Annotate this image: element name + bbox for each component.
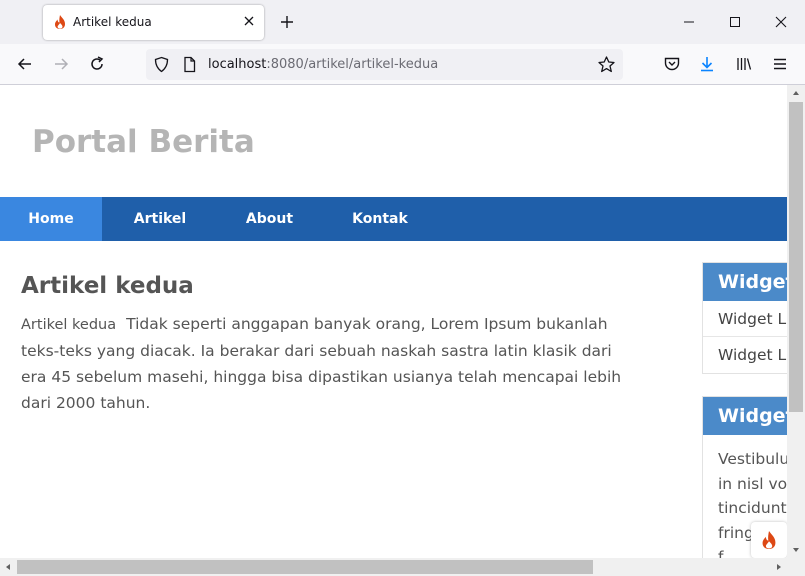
widget-header: Widget [703,263,787,301]
maximize-icon[interactable] [725,12,745,32]
tab-active[interactable]: Artikel kedua [43,5,264,40]
widget-links: Widget Widget Li Widget Li [702,262,787,374]
nav-toolbar: localhost:8080/artikel/artikel-kedua [0,44,805,85]
widget-link[interactable]: Widget Li [703,301,787,337]
flame-favicon-icon [55,15,65,29]
close-window-icon[interactable] [771,12,791,32]
article: Artikel kedua Artikel kedua Tidak seperti… [21,273,641,416]
site-title: Portal Berita [32,124,255,160]
widget-text-line: in nisl vol [718,474,787,493]
page-icon[interactable] [182,56,197,73]
bookmark-star-icon[interactable] [597,55,616,74]
url-host: localhost [208,57,267,72]
vertical-scrollbar[interactable] [787,85,805,558]
widget-text-line: Vestibulu [718,450,787,468]
minimize-icon[interactable] [679,12,699,32]
browser-window: Artikel kedua localhost:8080/artikel/art… [0,0,805,576]
url-path: :8080/artikel/artikel-kedua [266,57,439,72]
reload-icon[interactable] [87,54,107,74]
article-inline-title: Artikel kedua [21,317,117,333]
widget-link[interactable]: Widget Li [703,337,787,373]
page-viewport: Portal Berita Home Artikel About Kontak … [0,85,787,558]
hamburger-menu-icon[interactable] [770,54,790,74]
url-bar[interactable]: localhost:8080/artikel/artikel-kedua [146,49,623,80]
back-arrow-icon[interactable] [15,54,35,74]
close-tab-icon[interactable] [241,13,257,29]
pocket-icon[interactable] [662,54,682,74]
scroll-up-icon[interactable] [792,89,800,97]
flame-icon [762,531,776,549]
scroll-left-icon[interactable] [4,563,12,571]
nav-item-artikel[interactable]: Artikel [119,197,201,241]
horizontal-scroll-thumb[interactable] [17,560,593,574]
forward-arrow-icon[interactable] [51,54,71,74]
library-icon[interactable] [734,54,754,74]
article-body: Artikel kedua Tidak seperti anggapan bany… [21,311,641,416]
article-heading: Artikel kedua [21,273,194,299]
main-nav: Home Artikel About Kontak [0,197,787,241]
debug-toolbar-toggle[interactable] [751,522,787,558]
tab-bar: Artikel kedua [0,0,805,44]
new-tab-icon[interactable] [278,13,296,31]
nav-item-home[interactable]: Home [0,197,102,241]
tab-title: Artikel kedua [73,15,152,29]
widget-header: Widget [703,397,787,435]
horizontal-scrollbar[interactable] [0,558,787,576]
widget-text-line: tincidunt [718,499,787,517]
nav-item-kontak[interactable]: Kontak [340,197,420,241]
download-icon[interactable] [697,54,717,74]
scroll-down-icon[interactable] [792,546,800,554]
nav-item-about[interactable]: About [233,197,306,241]
scroll-right-icon[interactable] [775,563,783,571]
shield-icon[interactable] [153,56,170,73]
scrollbar-corner [787,558,805,576]
url-text[interactable]: localhost:8080/artikel/artikel-kedua [208,57,438,72]
vertical-scroll-thumb[interactable] [789,102,803,412]
